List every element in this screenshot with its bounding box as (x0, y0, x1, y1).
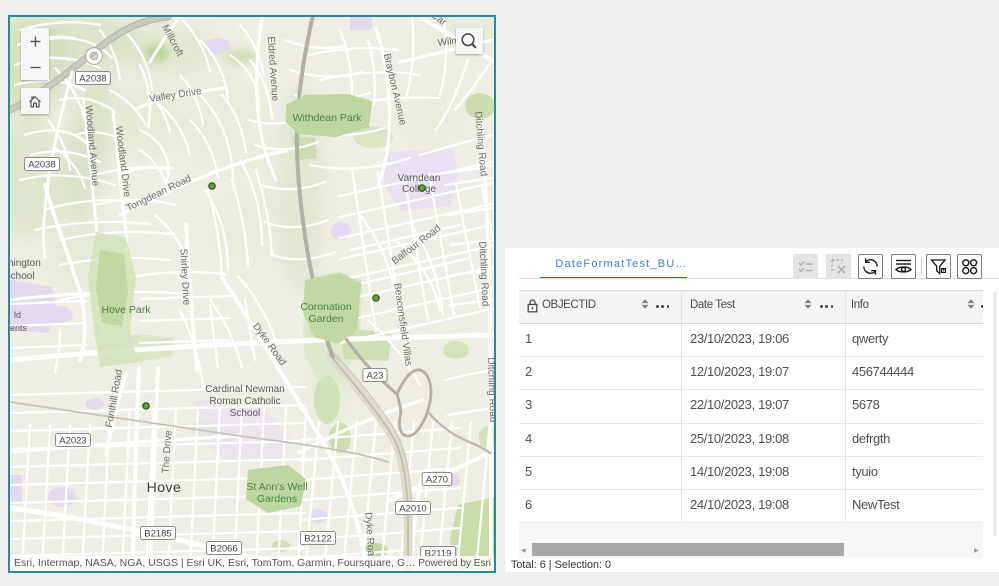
svg-text:Hove: Hove (147, 479, 182, 495)
svg-text:A23: A23 (367, 371, 384, 382)
svg-text:School: School (230, 408, 261, 419)
svg-text:St Ann's Well: St Ann's Well (246, 481, 307, 493)
svg-text:Gardens: Gardens (257, 493, 297, 505)
svg-text:B2185: B2185 (144, 529, 171, 540)
svg-text:A2010: A2010 (399, 504, 426, 515)
svg-text:Hove Park: Hove Park (101, 304, 151, 316)
svg-text:ents: ents (10, 323, 28, 333)
svg-text:Varndean: Varndean (398, 173, 441, 184)
svg-text:A2023: A2023 (59, 436, 86, 447)
svg-text:A2038: A2038 (79, 74, 106, 85)
svg-text:Roman Catholic: Roman Catholic (209, 396, 280, 407)
svg-text:Cardinal Newman: Cardinal Newman (205, 384, 284, 395)
svg-text:B2122: B2122 (304, 534, 331, 545)
svg-text:Withdean Park: Withdean Park (293, 112, 363, 124)
svg-text:Coronation: Coronation (300, 301, 352, 313)
svg-text:Garden: Garden (308, 313, 343, 325)
svg-text:ld: ld (14, 310, 21, 320)
svg-text:hington: hington (10, 258, 41, 269)
svg-text:A270: A270 (426, 475, 448, 486)
svg-text:School: School (10, 271, 35, 282)
svg-text:B2066: B2066 (210, 544, 237, 555)
svg-text:A2038: A2038 (28, 160, 55, 171)
